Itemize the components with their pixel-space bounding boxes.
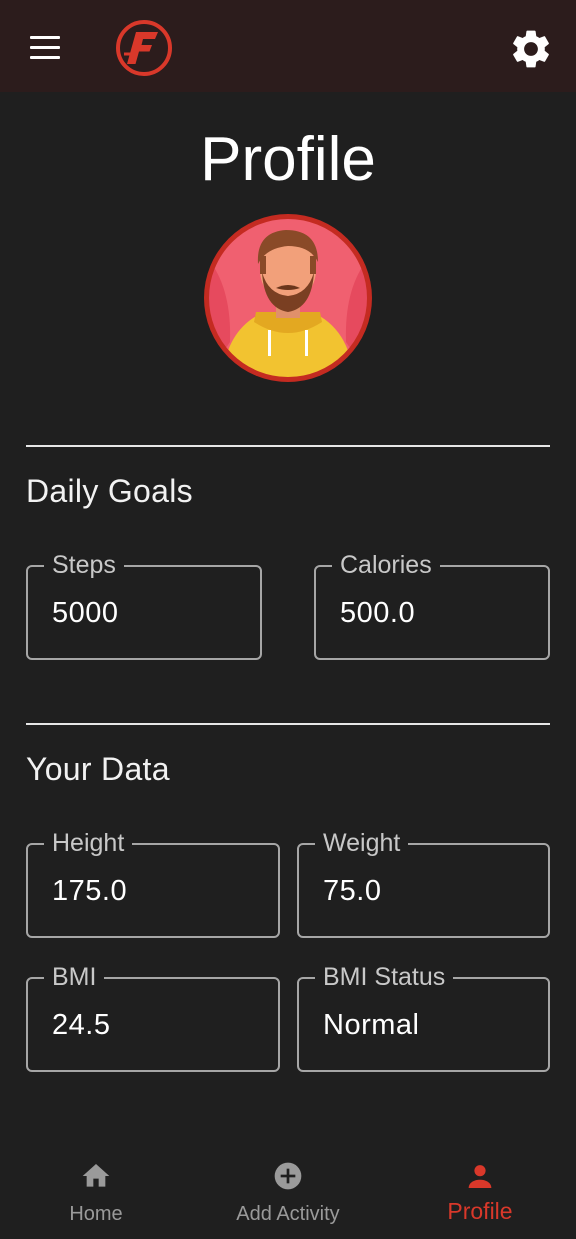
bmi-status-field[interactable]: BMI Status Normal: [297, 961, 550, 1072]
app-bar: [0, 0, 576, 92]
bmi-status-label: BMI Status: [315, 961, 454, 993]
height-label: Height: [44, 827, 133, 859]
nav-label-add-activity: Add Activity: [236, 1203, 340, 1225]
add-circle-icon: [274, 1162, 302, 1190]
bmi-label: BMI: [44, 961, 105, 993]
divider: [26, 445, 550, 447]
nav-item-home[interactable]: Home: [16, 1140, 176, 1239]
person-icon: [468, 1165, 492, 1188]
home-icon: [82, 1164, 110, 1187]
height-field[interactable]: Height 175.0: [26, 827, 280, 938]
your-data-heading: Your Data: [26, 751, 170, 787]
divider: [26, 723, 550, 725]
steps-value: 5000: [52, 597, 119, 629]
bottom-navigation: Home Add Activity Profile: [0, 1140, 576, 1239]
height-value: 175.0: [52, 875, 128, 907]
nav-label-profile: Profile: [447, 1198, 513, 1224]
calories-label: Calories: [332, 549, 440, 581]
settings-button[interactable]: [508, 26, 554, 72]
steps-field[interactable]: Steps 5000: [26, 549, 262, 660]
gear-icon: [513, 30, 549, 68]
weight-label: Weight: [315, 827, 409, 859]
nav-item-profile[interactable]: Profile: [400, 1140, 560, 1239]
calories-value: 500.0: [340, 597, 416, 629]
weight-value: 75.0: [323, 875, 382, 907]
bmi-field[interactable]: BMI 24.5: [26, 961, 280, 1072]
daily-goals-heading: Daily Goals: [26, 473, 193, 509]
app-logo-icon: [116, 20, 172, 76]
weight-field[interactable]: Weight 75.0: [297, 827, 550, 938]
nav-item-add-activity[interactable]: Add Activity: [208, 1140, 368, 1239]
nav-label-home: Home: [69, 1203, 123, 1225]
bmi-value: 24.5: [52, 1009, 111, 1041]
page-title: Profile: [200, 125, 376, 194]
menu-button[interactable]: [22, 30, 68, 66]
bmi-status-value: Normal: [323, 1009, 420, 1041]
steps-label: Steps: [44, 549, 124, 581]
avatar[interactable]: [202, 212, 374, 384]
calories-field[interactable]: Calories 500.0: [314, 549, 550, 660]
